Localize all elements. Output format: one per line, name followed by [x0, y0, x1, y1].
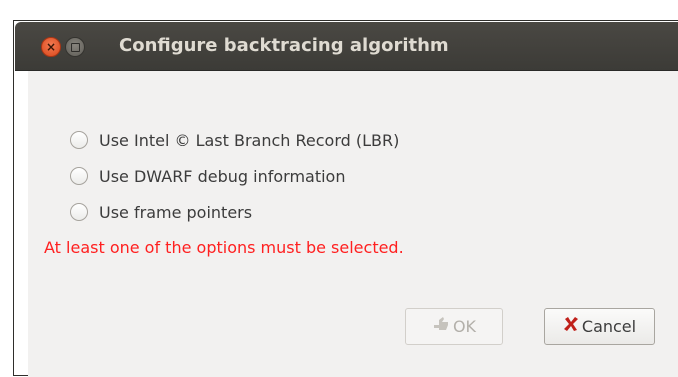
dialog-content: Use Intel © Last Branch Record (LBR) Use…	[28, 71, 678, 377]
option-lbr[interactable]: Use Intel © Last Branch Record (LBR)	[70, 128, 399, 152]
cancel-x-icon	[563, 316, 579, 337]
dialog-title: Configure backtracing algorithm	[119, 35, 449, 56]
radio-button-lbr[interactable]	[70, 131, 88, 149]
close-window-button[interactable]: ×	[41, 37, 61, 57]
option-frame-pointers-label: Use frame pointers	[99, 202, 253, 222]
option-dwarf[interactable]: Use DWARF debug information	[70, 164, 345, 188]
minimize-window-button[interactable]	[65, 37, 85, 57]
validation-error-message: At least one of the options must be sele…	[44, 238, 404, 257]
dialog-window: × Configure backtracing algorithm Use In…	[13, 20, 678, 377]
ok-button[interactable]: OK	[405, 308, 503, 345]
cancel-button[interactable]: Cancel	[544, 308, 655, 345]
radio-button-dwarf[interactable]	[70, 167, 88, 185]
option-frame-pointers[interactable]: Use frame pointers	[70, 200, 252, 224]
title-bar: × Configure backtracing algorithm	[15, 22, 678, 71]
ok-button-label: OK	[452, 317, 477, 336]
radio-button-frame-pointers[interactable]	[70, 203, 88, 221]
close-icon: ×	[45, 40, 57, 54]
option-lbr-label: Use Intel © Last Branch Record (LBR)	[99, 130, 400, 150]
option-dwarf-label: Use DWARF debug information	[99, 166, 346, 186]
cancel-button-label: Cancel	[581, 317, 637, 336]
ok-hand-icon	[432, 316, 450, 337]
